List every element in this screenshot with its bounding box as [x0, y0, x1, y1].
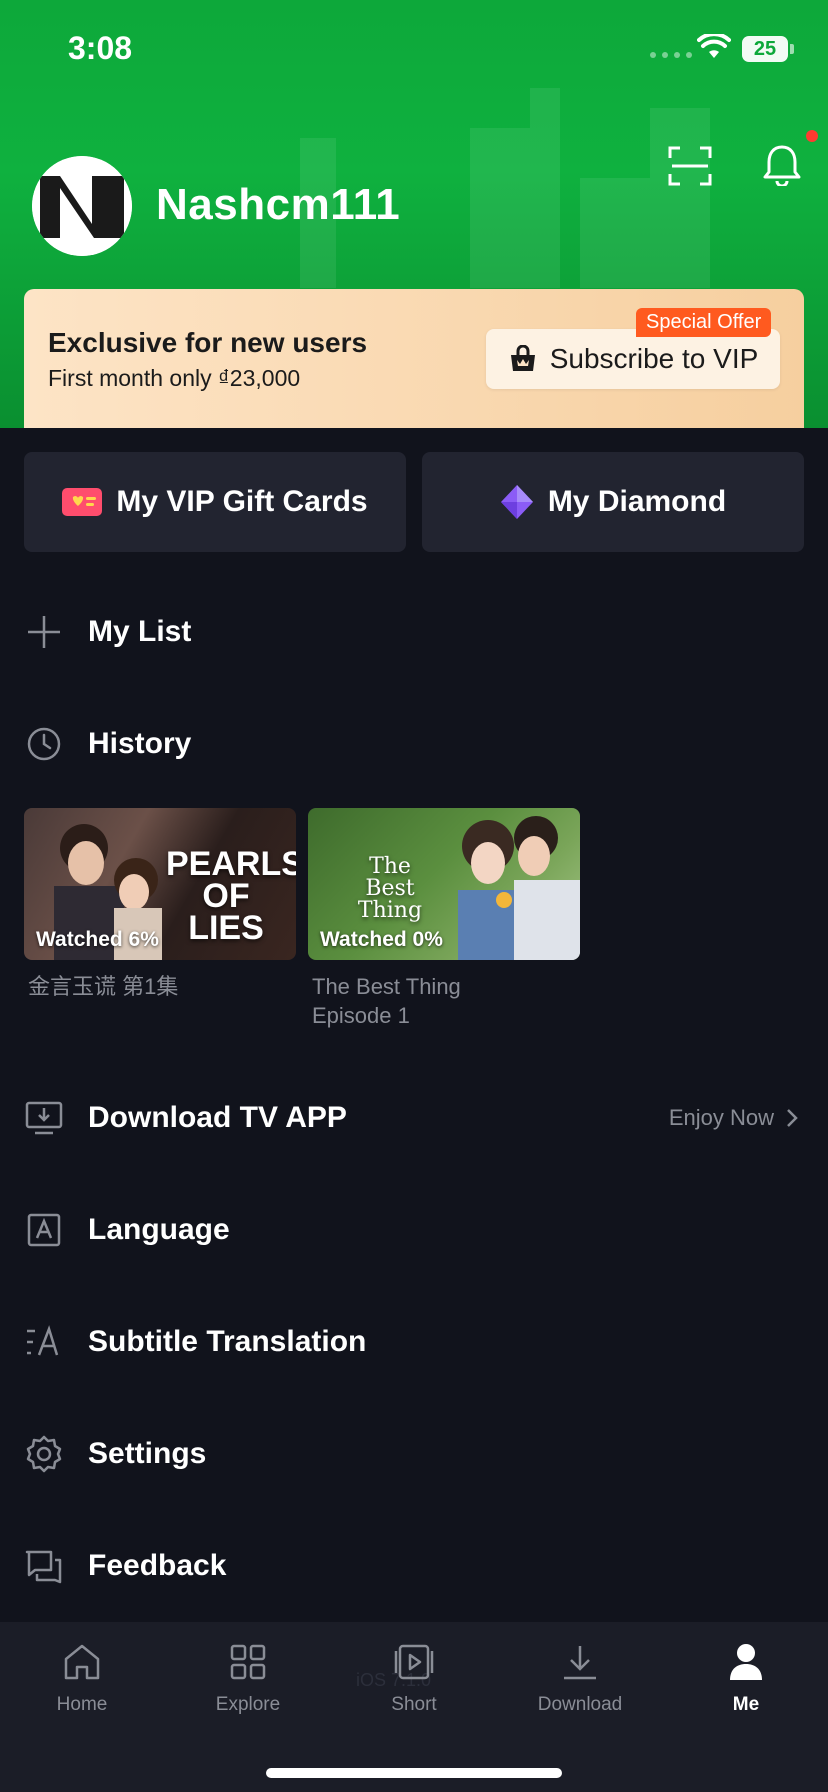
menu-download-tv-app-label: Download TV APP — [88, 1101, 347, 1134]
home-icon — [22, 1640, 142, 1684]
feedback-icon — [24, 1546, 64, 1586]
bottom-tab-bar: iOS 7.1.0 Home Explore Short Download Me — [0, 1622, 828, 1792]
history-thumbnail[interactable]: The Best Thing Watched 0% — [308, 808, 580, 960]
gift-card-icon — [62, 488, 103, 516]
tab-short[interactable]: Short — [354, 1640, 474, 1716]
tab-me-label: Me — [732, 1694, 760, 1715]
status-time: 3:08 — [68, 30, 133, 66]
chevron-right-icon — [787, 1109, 798, 1127]
tab-home[interactable]: Home — [22, 1640, 142, 1716]
watched-progress: Watched 0% — [320, 928, 443, 951]
watched-progress: Watched 6% — [36, 928, 159, 951]
subscribe-vip-label: Subscribe to VIP — [549, 343, 759, 374]
profile-header: 3:08 25 Nashcm111 Exclusive for new user… — [0, 0, 828, 428]
menu-language-label: Language — [88, 1213, 230, 1246]
vip-promo-banner[interactable]: Exclusive for new users First month only… — [24, 289, 804, 428]
poster-title-line-1: PEARLS — [166, 845, 296, 883]
tv-download-icon — [24, 1098, 64, 1138]
username: Nashcm111 — [156, 180, 401, 229]
poster-title: PEARLS OF LIES — [166, 845, 296, 947]
enjoy-now-link[interactable]: Enjoy Now — [669, 1105, 798, 1131]
menu-history[interactable]: History — [0, 712, 828, 776]
menu-subtitle-translation-label: Subtitle Translation — [88, 1325, 367, 1358]
my-diamond-label: My Diamond — [547, 485, 727, 518]
tab-download-label: Download — [537, 1694, 623, 1715]
home-indicator — [266, 1768, 562, 1778]
menu-my-list-label: My List — [88, 615, 192, 648]
wifi-icon — [697, 34, 731, 58]
history-item[interactable]: The Best Thing Watched 0% The Best Thing… — [308, 808, 580, 1030]
header-decoration — [580, 178, 650, 288]
avatar-logo — [32, 156, 132, 256]
history-thumbnail[interactable]: PEARLS OF LIES Watched 6% — [24, 808, 296, 960]
short-video-icon — [354, 1640, 474, 1684]
tab-explore[interactable]: Explore — [188, 1640, 308, 1716]
cellular-signal-icon — [650, 52, 692, 58]
header-decoration — [650, 108, 710, 288]
vip-promo-subtitle: First month only ₫23,000 — [48, 365, 301, 391]
person-icon — [686, 1640, 806, 1684]
tab-explore-label: Explore — [215, 1694, 281, 1715]
bell-icon[interactable] — [762, 144, 802, 186]
poster-title: The Best Thing — [330, 856, 450, 922]
menu-settings[interactable]: Settings — [0, 1422, 828, 1486]
vip-promo-title: Exclusive for new users — [48, 327, 368, 358]
subscribe-vip-button[interactable]: Subscribe to VIP — [486, 329, 780, 389]
tab-download[interactable]: Download — [520, 1640, 640, 1716]
diamond-icon — [500, 485, 533, 519]
gear-icon — [24, 1434, 64, 1474]
crown-bag-icon — [510, 345, 535, 371]
poster-title-line-2: Best Thing — [357, 876, 423, 923]
poster-title-line-1: The — [369, 854, 411, 879]
notification-dot — [806, 130, 818, 142]
tab-home-label: Home — [56, 1694, 108, 1715]
enjoy-now-label: Enjoy Now — [668, 1105, 774, 1130]
history-item[interactable]: PEARLS OF LIES Watched 6% 金言玉谎 第1集 — [24, 808, 296, 1001]
my-diamond-button[interactable]: My Diamond — [422, 452, 804, 552]
subtitle-translation-icon — [24, 1322, 64, 1362]
plus-icon — [24, 612, 64, 652]
menu-download-tv-app[interactable]: Download TV APP Enjoy Now — [0, 1086, 828, 1150]
menu-settings-label: Settings — [88, 1437, 207, 1470]
poster-title-line-2: OF LIES — [188, 877, 264, 947]
clock-icon — [24, 724, 64, 764]
vip-gift-cards-button[interactable]: My VIP Gift Cards — [24, 452, 406, 552]
scan-icon[interactable] — [668, 146, 712, 186]
header-decoration — [470, 128, 530, 288]
battery-tip — [790, 44, 794, 54]
tab-short-label: Short — [391, 1694, 437, 1715]
language-icon — [24, 1210, 64, 1250]
menu-my-list[interactable]: My List — [0, 600, 828, 664]
menu-feedback[interactable]: Feedback — [0, 1534, 828, 1598]
special-offer-badge: Special Offer — [636, 308, 772, 337]
menu-subtitle-translation[interactable]: Subtitle Translation — [0, 1310, 828, 1374]
menu-language[interactable]: Language — [0, 1198, 828, 1262]
grid-icon — [188, 1640, 308, 1684]
vip-gift-cards-label: My VIP Gift Cards — [116, 485, 368, 518]
history-caption: The Best Thing Episode 1 — [312, 974, 461, 1028]
tab-me[interactable]: Me — [686, 1640, 806, 1716]
history-caption: 金言玉谎 第1集 — [28, 974, 179, 999]
menu-history-label: History — [88, 727, 192, 760]
download-icon — [520, 1640, 640, 1684]
status-bar: 3:08 25 — [0, 0, 828, 100]
menu-feedback-label: Feedback — [88, 1549, 227, 1582]
battery-indicator: 25 — [742, 36, 788, 62]
avatar[interactable] — [32, 156, 132, 256]
header-decoration — [530, 88, 560, 288]
